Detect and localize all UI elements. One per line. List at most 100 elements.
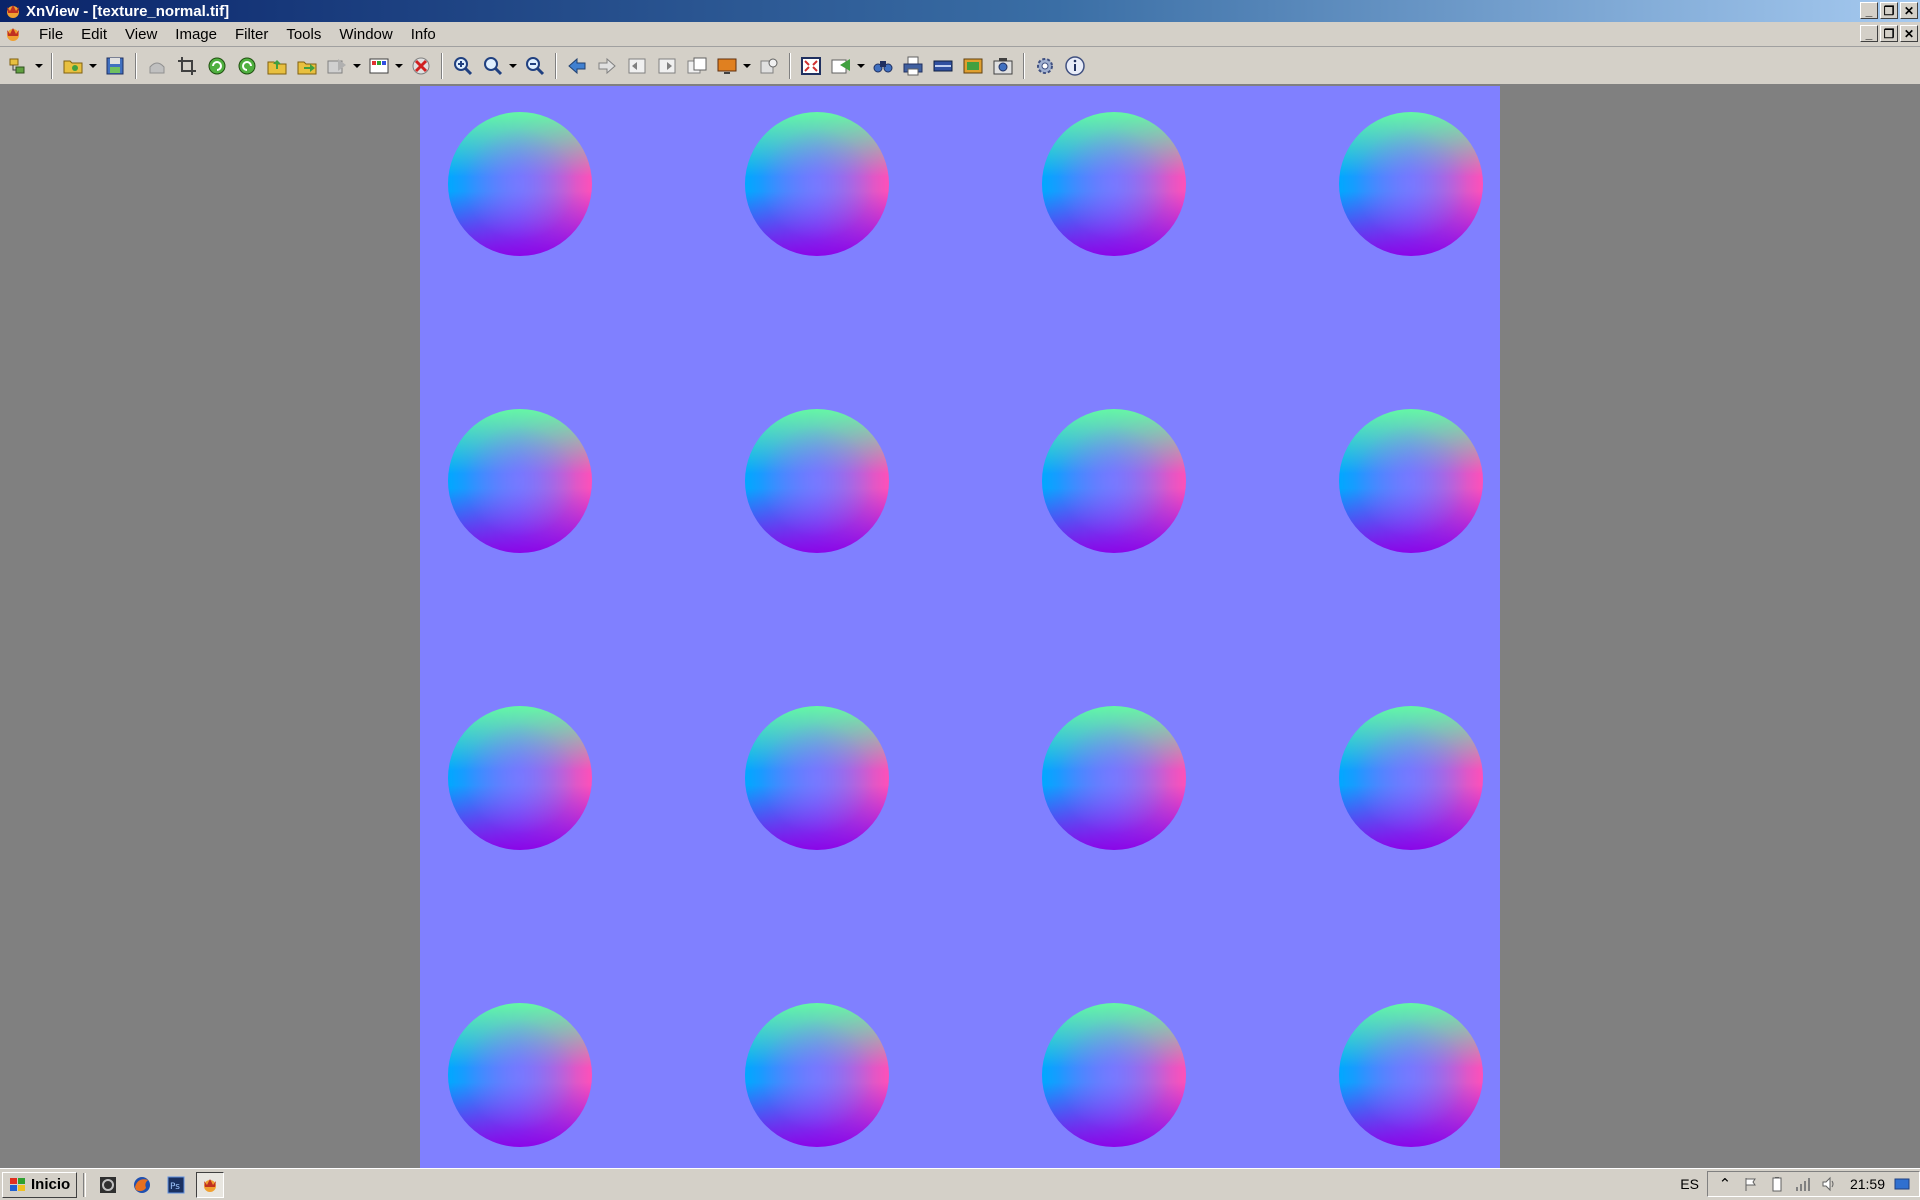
menu-view[interactable]: View xyxy=(116,24,166,45)
toolbar-separator xyxy=(555,52,557,79)
display-dropdown[interactable] xyxy=(742,52,752,80)
sphere xyxy=(1042,409,1186,553)
document-menu-icon[interactable] xyxy=(4,25,22,43)
settings-icon[interactable] xyxy=(1031,52,1059,80)
menu-tools[interactable]: Tools xyxy=(277,24,330,45)
normal-map-image[interactable] xyxy=(420,86,1500,1168)
network-icon[interactable] xyxy=(1794,1175,1812,1193)
sphere xyxy=(448,1003,592,1147)
sphere xyxy=(448,706,592,850)
close-icon[interactable]: ✕ xyxy=(1900,2,1918,19)
adjust-dropdown[interactable] xyxy=(394,52,404,80)
next-icon[interactable] xyxy=(593,52,621,80)
print-icon[interactable] xyxy=(899,52,927,80)
xnview-icon[interactable] xyxy=(196,1171,225,1198)
capture-icon[interactable] xyxy=(827,52,855,80)
child-close-icon[interactable]: ✕ xyxy=(1900,25,1918,42)
window-title: XnView - [texture_normal.tif] xyxy=(26,2,230,20)
xnview-icon[interactable] xyxy=(4,2,22,20)
copy-to-icon[interactable] xyxy=(263,52,291,80)
minimize-icon[interactable]: _ xyxy=(1860,2,1878,19)
undo-icon xyxy=(143,52,171,80)
expand-icon[interactable]: ⌃ xyxy=(1716,1175,1734,1193)
scan-icon[interactable] xyxy=(929,52,957,80)
menu-filter[interactable]: Filter xyxy=(226,24,277,45)
rotate-left-icon[interactable] xyxy=(203,52,231,80)
menu-bar: File Edit View Image Filter Tools Window… xyxy=(0,22,1920,47)
screenshot-icon[interactable] xyxy=(989,52,1017,80)
rotate-right-icon[interactable] xyxy=(233,52,261,80)
slideshow-icon[interactable] xyxy=(683,52,711,80)
zoom-icon[interactable] xyxy=(479,52,507,80)
battery-icon[interactable] xyxy=(1768,1175,1786,1193)
sphere xyxy=(745,706,889,850)
zoom-dropdown[interactable] xyxy=(508,52,518,80)
browser-dropdown[interactable] xyxy=(34,52,44,80)
browser-icon[interactable] xyxy=(5,52,33,80)
find-icon[interactable] xyxy=(869,52,897,80)
open-dropdown[interactable] xyxy=(88,52,98,80)
display-icon[interactable] xyxy=(713,52,741,80)
sphere xyxy=(1042,706,1186,850)
notification-area: ⌃ 21:59 xyxy=(1706,1171,1920,1197)
volume-icon[interactable] xyxy=(1820,1175,1838,1193)
save-icon[interactable] xyxy=(101,52,129,80)
fit-icon[interactable] xyxy=(797,52,825,80)
svg-text:Ps: Ps xyxy=(170,1182,180,1192)
menu-image[interactable]: Image xyxy=(166,24,226,45)
app-icon[interactable] xyxy=(94,1172,122,1198)
clock[interactable]: 21:59 xyxy=(1850,1176,1885,1192)
start-button[interactable]: Inicio xyxy=(2,1171,78,1198)
wallpaper-icon[interactable] xyxy=(959,52,987,80)
restore-icon[interactable]: ❐ xyxy=(1880,2,1898,19)
capture-dropdown[interactable] xyxy=(856,52,866,80)
menu-window[interactable]: Window xyxy=(330,24,401,45)
info-icon[interactable] xyxy=(1061,52,1089,80)
system-tray: ES ⌃ 21:59 xyxy=(1672,1171,1920,1197)
sphere xyxy=(1339,706,1483,850)
toolbar-separator xyxy=(1023,52,1025,79)
sphere xyxy=(1339,409,1483,553)
sphere xyxy=(1339,112,1483,256)
toolbar-separator xyxy=(51,52,53,79)
menu-info[interactable]: Info xyxy=(402,24,445,45)
windows-logo-icon xyxy=(9,1177,27,1193)
sphere xyxy=(448,409,592,553)
sphere xyxy=(1339,1003,1483,1147)
flag-icon[interactable] xyxy=(1742,1175,1760,1193)
title-bar: XnView - [texture_normal.tif] _ ❐ ✕ xyxy=(0,0,1920,22)
child-restore-icon[interactable]: ❐ xyxy=(1880,25,1898,42)
sphere xyxy=(448,112,592,256)
menu-edit[interactable]: Edit xyxy=(72,24,116,45)
toolbar xyxy=(0,47,1920,85)
export-icon[interactable] xyxy=(323,52,351,80)
image-viewer[interactable] xyxy=(0,86,1920,1168)
move-to-icon[interactable] xyxy=(293,52,321,80)
menu-file[interactable]: File xyxy=(30,24,72,45)
sphere xyxy=(745,112,889,256)
photoshop-icon[interactable]: Ps xyxy=(162,1172,190,1198)
toolbar-separator xyxy=(135,52,137,79)
firefox-icon[interactable] xyxy=(128,1172,156,1198)
start-label: Inicio xyxy=(31,1176,71,1193)
taskbar: Inicio Ps ES ⌃ 21:59 xyxy=(0,1168,1920,1200)
previous-icon[interactable] xyxy=(563,52,591,80)
toolbar-separator xyxy=(789,52,791,79)
crop-icon[interactable] xyxy=(173,52,201,80)
zoom-in-icon[interactable] xyxy=(449,52,477,80)
export-dropdown[interactable] xyxy=(352,52,362,80)
first-icon[interactable] xyxy=(623,52,651,80)
toolbar-separator xyxy=(441,52,443,79)
fullscreen-icon[interactable] xyxy=(755,52,783,80)
child-minimize-icon[interactable]: _ xyxy=(1860,25,1878,42)
language-indicator[interactable]: ES xyxy=(1672,1176,1707,1192)
sphere xyxy=(1042,1003,1186,1147)
taskbar-separator xyxy=(83,1172,87,1197)
desktop-icon[interactable] xyxy=(1893,1175,1911,1193)
sphere xyxy=(745,409,889,553)
last-icon[interactable] xyxy=(653,52,681,80)
adjust-colors-icon[interactable] xyxy=(365,52,393,80)
open-icon[interactable] xyxy=(59,52,87,80)
delete-icon[interactable] xyxy=(407,52,435,80)
zoom-out-icon[interactable] xyxy=(521,52,549,80)
